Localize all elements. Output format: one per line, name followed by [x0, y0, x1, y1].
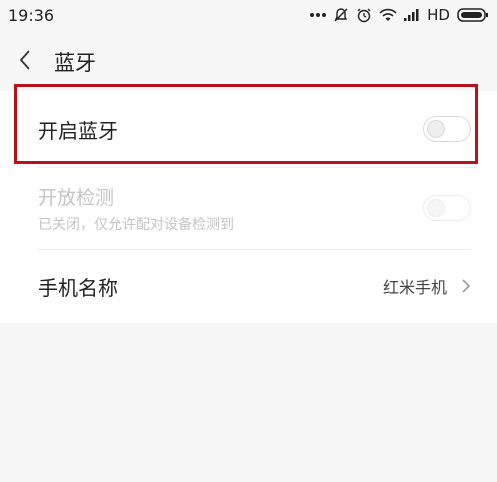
page-title: 蓝牙 — [54, 51, 96, 75]
discoverable-subtitle: 已关闭，仅允许配对设备检测到 — [38, 216, 234, 233]
discoverable-row[interactable]: 开放检测 已关闭，仅允许配对设备检测到 — [0, 167, 497, 249]
chevron-right-icon — [461, 278, 471, 294]
switch-knob — [427, 199, 445, 217]
bluetooth-toggle-row[interactable]: 开启蓝牙 — [0, 91, 497, 167]
alarm-clock-icon — [356, 7, 372, 23]
hd-label: HD — [427, 6, 450, 24]
device-name-label: 手机名称 — [38, 275, 118, 300]
discoverable-text: 开放检测 已关闭，仅允许配对设备检测到 — [38, 183, 234, 234]
device-name-row[interactable]: 手机名称 红米手机 — [0, 249, 497, 323]
discoverable-label: 开放检测 — [38, 186, 115, 209]
status-icons: HD — [310, 6, 489, 24]
signal-icon — [404, 9, 420, 21]
bluetooth-switch[interactable] — [423, 116, 471, 142]
discoverable-switch[interactable] — [423, 195, 471, 221]
switch-knob — [427, 120, 445, 138]
status-bar: 19:36 HD — [0, 0, 497, 30]
settings-list: 开启蓝牙 开放检测 已关闭，仅允许配对设备检测到 手机名称 红米手机 — [0, 91, 497, 323]
battery-icon — [457, 8, 489, 22]
status-time: 19:36 — [8, 5, 55, 25]
wifi-icon — [379, 8, 397, 22]
back-chevron-icon — [18, 49, 32, 75]
device-name-value: 红米手机 — [382, 278, 447, 297]
alarm-silent-icon — [333, 7, 349, 23]
title-bar: 蓝牙 — [0, 40, 497, 84]
back-button[interactable] — [18, 47, 40, 77]
bluetooth-label: 开启蓝牙 — [38, 118, 118, 143]
more-dots-icon — [310, 12, 327, 18]
